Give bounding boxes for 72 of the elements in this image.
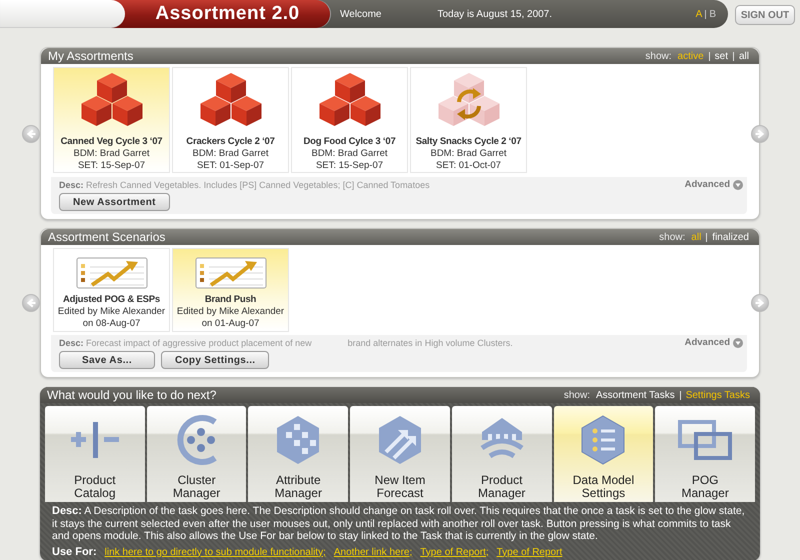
use-for-label: Use For:	[52, 546, 97, 558]
filter-link[interactable]: finalized	[712, 232, 749, 242]
scenario-card[interactable]: Adjusted POG & ESPs Edited by Mike Alexander on 08-Aug-07	[53, 248, 170, 332]
date-text: Today is August 15, 2007.	[438, 8, 554, 20]
task-description: Desc: A Description of the task goes here. The Description should change on task roll over. This requires that the once a task is set to the glow state, it stays the current selected even after the user mouses out, only until replaced with another roll over task. Button pressing is what commits to task and opens module. This also allows the Use For bar below to stay linked to the Task that is currently in the glow state.	[51, 504, 746, 542]
task-button[interactable]: POG Manager	[655, 406, 756, 502]
show-label: show:	[645, 50, 672, 62]
chart-report-icon	[194, 257, 266, 289]
use-for-link[interactable]: Type of Report	[496, 546, 562, 558]
assortment-card[interactable]: Dog Food Cylce 3 ‘07 BDM: Brad Garret SET: 15-Sep-07	[291, 67, 408, 173]
task-button[interactable]: Product Catalog	[45, 406, 145, 502]
task-button[interactable]: Data Model Settings	[554, 406, 654, 502]
description-text: Desc: Refresh Canned Vegetables. Includes [PS] Canned Vegetables; [C] Canned Tomatoes	[59, 180, 430, 190]
expand-icon	[733, 338, 743, 348]
assortment-name: Crackers Cycle 2 ‘07	[186, 136, 275, 148]
bdm-text: BDM: Brad Garret	[192, 148, 269, 160]
editor-text: Edited by Mike Alexander	[176, 306, 284, 318]
task-button[interactable]: New Item Forecast	[350, 406, 450, 502]
set-date: SET: 01-Oct-07	[436, 160, 501, 172]
app-title: Assortment 2.0	[111, 0, 330, 28]
sign-out-button[interactable]: SIGN OUT	[735, 5, 795, 25]
assortment-name: Dog Food Cylce 3 ‘07	[303, 136, 396, 148]
section-title: My Assortments	[48, 49, 134, 63]
cubes-icon	[198, 72, 262, 128]
assortment-card[interactable]: Crackers Cycle 2 ‘07 BDM: Brad Garret SET: 01-Sep-07	[172, 67, 289, 173]
edit-date: on 08-Aug-07	[82, 318, 140, 330]
view-option-link[interactable]: A	[696, 8, 702, 20]
section-title: Assortment Scenarios	[48, 230, 166, 244]
task-button[interactable]: Cluster Manager	[146, 406, 246, 502]
filter-link[interactable]: all	[738, 50, 749, 62]
scenario-card[interactable]: Brand Push Edited by Mike Alexander on 01-Aug-07	[172, 248, 289, 332]
scroll-left-button[interactable]	[22, 124, 40, 142]
set-date: SET: 01-Sep-07	[196, 160, 264, 172]
filter-link[interactable]: set	[714, 50, 728, 62]
show-label: show:	[659, 232, 686, 242]
view-option-link[interactable]: B	[709, 8, 716, 20]
scroll-left-button[interactable]	[22, 294, 40, 312]
advanced-link[interactable]: Advanced	[684, 337, 730, 348]
action-button[interactable]: New Assortment	[59, 193, 170, 211]
set-date: SET: 15-Sep-07	[78, 160, 146, 172]
use-for-link[interactable]: Type of Report;	[420, 546, 489, 558]
set-date: SET: 15-Sep-07	[316, 160, 384, 172]
filter-link[interactable]: Settings Tasks	[686, 390, 750, 400]
assortment-name: Salty Snacks Cycle 2 ‘07	[416, 136, 522, 148]
cubes-icon	[318, 72, 382, 128]
filter-link[interactable]: Assortment Tasks	[596, 390, 675, 400]
chart-report-icon	[76, 257, 148, 289]
action-button[interactable]: Copy Settings...	[161, 351, 270, 369]
bdm-text: BDM: Brad Garret	[73, 148, 150, 160]
bdm-text: BDM: Brad Garret	[430, 148, 507, 160]
task-button[interactable]: Product Manager	[452, 406, 552, 502]
scenario-name: Adjusted POG & ESPs	[62, 294, 160, 306]
description-text: Desc: Forecast impact of aggressive product placement of new	[59, 338, 312, 348]
welcome-text: Welcome	[340, 8, 382, 20]
bdm-text: BDM: Brad Garret	[311, 148, 388, 160]
action-button[interactable]: Save As...	[59, 351, 155, 369]
editor-text: Edited by Mike Alexander	[58, 306, 166, 318]
expand-icon	[733, 180, 743, 190]
cubes-refresh-icon	[436, 72, 500, 128]
edit-date: on 01-Aug-07	[202, 318, 260, 330]
show-label: show:	[564, 390, 590, 400]
advanced-link[interactable]: Advanced	[684, 179, 730, 190]
use-for-link[interactable]: link here to go directly to sub module functionality;	[104, 546, 326, 558]
description-text: brand alternates in High volume Clusters.	[348, 338, 513, 348]
section-title: What would you like to do next?	[47, 388, 218, 402]
scenario-name: Brand Push	[204, 294, 256, 306]
assortment-card[interactable]: Salty Snacks Cycle 2 ‘07 BDM: Brad Garret SET: 01-Oct-07	[410, 67, 527, 173]
assortment-name: Canned Veg Cycle 3 ‘07	[60, 136, 162, 148]
task-button[interactable]: Attribute Manager	[248, 406, 348, 502]
use-for-link[interactable]: Another link here;	[334, 546, 412, 558]
cubes-icon	[80, 72, 144, 128]
assortment-card[interactable]: Canned Veg Cycle 3 ‘07 BDM: Brad Garret SET: 15-Sep-07	[53, 67, 170, 173]
